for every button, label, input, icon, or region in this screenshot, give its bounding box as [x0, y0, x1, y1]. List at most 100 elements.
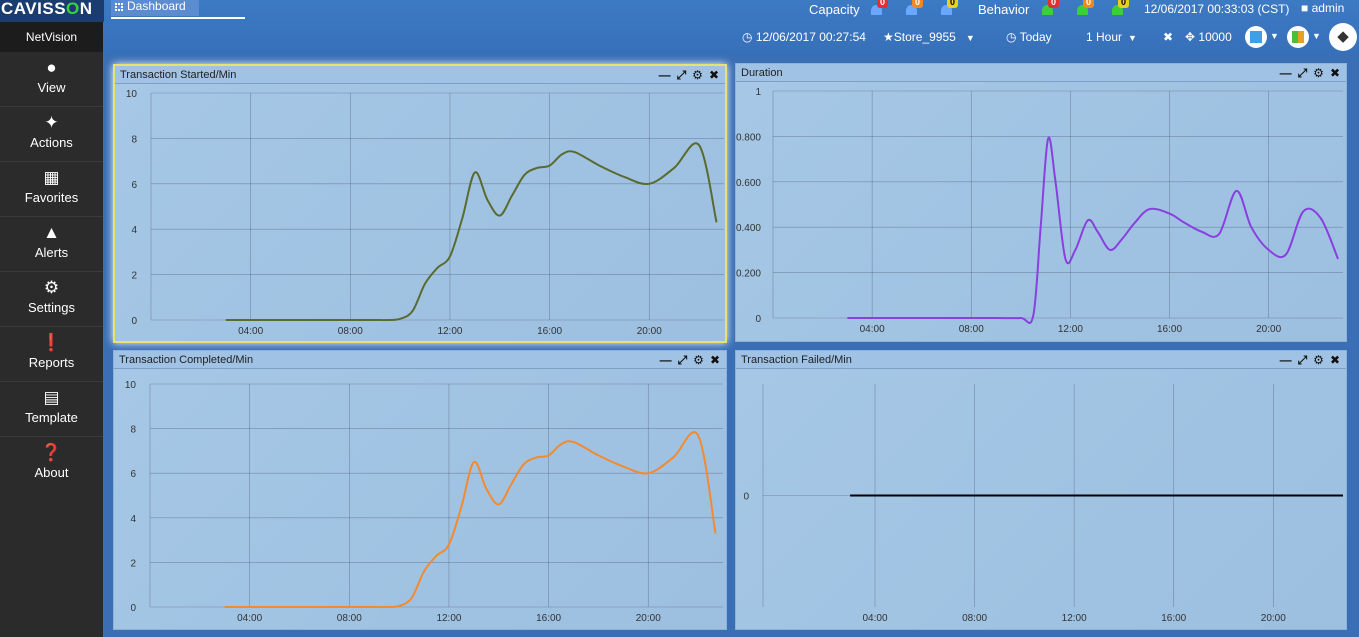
y-tick-label: 0 [755, 314, 761, 325]
top-bar: CAVISSON Dashboard Capacity 0 0 0 Behavi… [0, 0, 1359, 54]
panel-header[interactable]: Transaction Completed/Min — ⤢ ⚙ ✖ [114, 351, 726, 369]
close-icon[interactable]: ✖ [710, 353, 720, 367]
y-tick-label: 10 [126, 89, 138, 100]
minimize-icon[interactable]: — [660, 353, 672, 367]
panel-duration[interactable]: Duration — ⤢ ⚙ ✖ 04:00 08:00 12:00 16:00 20:00 0… [735, 63, 1347, 342]
sidebar-item-about[interactable]: ❓ About [0, 437, 103, 492]
minimize-icon[interactable]: — [1280, 66, 1292, 80]
store-selector[interactable]: ★Store_9955 ▼ [883, 30, 975, 44]
behavior-alert-major-icon[interactable]: 0 [1077, 0, 1094, 16]
y-tick-label: 2 [131, 271, 137, 282]
sidebar: NetVision ● View ✦ Actions ▦ Favorites ▲ Ale… [0, 22, 103, 637]
template-icon: ▤ [43, 388, 60, 407]
gear-icon[interactable]: ⚙ [693, 353, 704, 367]
clear-button[interactable]: ✖ [1163, 30, 1173, 44]
x-tick-label: 08:00 [338, 326, 363, 337]
y-tick-label: 0.200 [736, 269, 761, 280]
grid-icon [115, 3, 123, 11]
panel-header[interactable]: Transaction Started/Min — ⤢ ⚙ ✖ [115, 66, 725, 84]
expand-icon[interactable]: ⤢ [1298, 353, 1308, 367]
bell-icon: ▲ [43, 223, 60, 242]
duration-value: 1 Hour [1086, 30, 1123, 44]
sidebar-item-label: Alerts [34, 245, 69, 260]
star-icon: ★ [883, 30, 894, 44]
x-tick-label: 12:00 [1058, 324, 1083, 335]
expand-icon[interactable]: ⤢ [678, 353, 688, 367]
sidebar-item-template[interactable]: ▤ Template [0, 382, 103, 437]
layout-icon[interactable] [1245, 26, 1267, 48]
chart-transaction-completed: 04:00 08:00 12:00 16:00 20:00 0 2 4 6 8 10 [125, 380, 723, 624]
behavior-label[interactable]: Behavior [978, 2, 1029, 17]
chevron-down-icon: ▼ [965, 33, 975, 43]
x-tick-label: 12:00 [1062, 613, 1087, 624]
puzzle-icon: ✦ [44, 113, 59, 132]
close-icon[interactable]: ✖ [1330, 353, 1340, 367]
behavior-alert-critical-icon[interactable]: 0 [1042, 0, 1059, 16]
capacity-label[interactable]: Capacity [809, 2, 860, 17]
panel-tools: — ⤢ ⚙ ✖ [654, 351, 720, 369]
panel-title: Transaction Failed/Min [741, 354, 852, 366]
x-tick-label: 16:00 [536, 613, 561, 624]
minimize-icon[interactable]: — [659, 68, 671, 82]
sidebar-item-alerts[interactable]: ▲ Alerts [0, 217, 103, 272]
gear-icon: ⚙ [43, 278, 60, 297]
sidebar-item-actions[interactable]: ✦ Actions [0, 107, 103, 162]
clock-icon: ◷ [1006, 30, 1020, 44]
panel-transaction-completed[interactable]: Transaction Completed/Min — ⤢ ⚙ ✖ 04:00 08:0… [113, 350, 727, 630]
panel-header[interactable]: Duration — ⤢ ⚙ ✖ [736, 64, 1346, 82]
chart-duration: 04:00 08:00 12:00 16:00 20:00 0 0.200 0.400 0.60… [736, 87, 1343, 335]
x-tick-label: 04:00 [863, 613, 888, 624]
sidebar-item-favorites[interactable]: ▦ Favorites [0, 162, 103, 217]
cavisson-logo[interactable]: CAVISSON [0, 0, 104, 22]
widgets-icon[interactable] [1287, 26, 1309, 48]
sidebar-item-reports[interactable]: ❗ Reports [0, 327, 103, 382]
grid-icon: ▦ [43, 168, 60, 187]
capacity-alert-major-icon[interactable]: 0 [906, 0, 923, 16]
store-name: Store_9955 [893, 30, 956, 44]
sidebar-item-label: About [34, 465, 69, 480]
x-tick-label: 04:00 [237, 613, 262, 624]
y-tick-label: 0.600 [736, 178, 761, 189]
layers-icon[interactable]: ◆ [1329, 23, 1357, 51]
y-tick-label: 0.400 [736, 223, 761, 234]
panel-transaction-failed[interactable]: Transaction Failed/Min — ⤢ ⚙ ✖ 04:00 08:00 12… [735, 350, 1347, 630]
close-icon[interactable]: ✖ [709, 68, 719, 82]
expand-icon[interactable]: ⤢ [1298, 66, 1308, 80]
panel-header[interactable]: Transaction Failed/Min — ⤢ ⚙ ✖ [736, 351, 1346, 369]
user-icon: ● [46, 58, 57, 77]
gear-icon[interactable]: ⚙ [1313, 66, 1324, 80]
gear-icon[interactable]: ⚙ [1313, 353, 1324, 367]
move-icon: ✥ [1185, 30, 1199, 44]
panel-tools: — ⤢ ⚙ ✖ [1274, 351, 1340, 369]
x-tick-label: 16:00 [1161, 613, 1186, 624]
capacity-alert-minor-icon[interactable]: 0 [941, 0, 958, 16]
x-tick-label: 20:00 [636, 613, 661, 624]
y-tick-label: 4 [131, 225, 137, 236]
chevron-down-icon[interactable]: ▼ [1312, 31, 1321, 41]
x-tick-label: 16:00 [1157, 324, 1182, 335]
duration-selector[interactable]: 1 Hour ▼ [1086, 30, 1137, 44]
x-tick-label: 08:00 [337, 613, 362, 624]
sidebar-item-label: Settings [28, 300, 75, 315]
panel-title: Duration [741, 67, 783, 79]
sidebar-item-view[interactable]: ● View [0, 52, 103, 107]
capacity-alert-critical-icon[interactable]: 0 [871, 0, 888, 16]
expand-icon[interactable]: ⤢ [677, 68, 687, 82]
sidebar-item-settings[interactable]: ⚙ Settings [0, 272, 103, 327]
panel-transaction-started[interactable]: Transaction Started/Min — ⤢ ⚙ ✖ 04:00 08:00 1… [113, 64, 727, 343]
y-tick-label: 10 [125, 380, 137, 391]
y-tick-label: 2 [130, 558, 136, 569]
value-count: 10000 [1198, 30, 1232, 44]
start-time[interactable]: ◷ 12/06/2017 00:27:54 [742, 30, 866, 44]
dashboard-tab[interactable]: Dashboard [111, 0, 199, 16]
today-button[interactable]: ◷ Today [1006, 30, 1052, 44]
minimize-icon[interactable]: — [1280, 353, 1292, 367]
gear-icon[interactable]: ⚙ [692, 68, 703, 82]
value-count-selector[interactable]: ✥ 10000 [1185, 30, 1232, 44]
user-menu[interactable]: ■ admin [1301, 1, 1344, 15]
behavior-alert-minor-icon[interactable]: 0 [1112, 0, 1129, 16]
close-icon[interactable]: ✖ [1330, 66, 1340, 80]
dashboard-tab-label: Dashboard [127, 0, 186, 13]
chevron-down-icon[interactable]: ▼ [1270, 31, 1279, 41]
clock-icon: ◷ [742, 30, 756, 44]
